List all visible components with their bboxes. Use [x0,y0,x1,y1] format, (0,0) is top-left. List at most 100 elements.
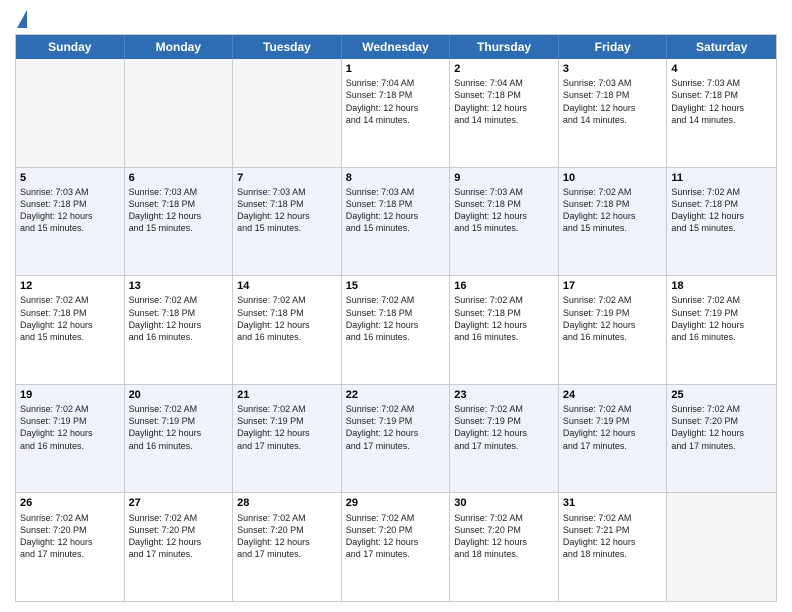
calendar-row: 5Sunrise: 7:03 AM Sunset: 7:18 PM Daylig… [16,168,776,277]
calendar-header: SundayMondayTuesdayWednesdayThursdayFrid… [16,35,776,59]
day-number: 18 [671,279,772,293]
cell-info: Sunrise: 7:02 AM Sunset: 7:21 PM Dayligh… [563,512,663,561]
cell-info: Sunrise: 7:03 AM Sunset: 7:18 PM Dayligh… [671,77,772,126]
day-number: 3 [563,62,663,76]
cell-info: Sunrise: 7:02 AM Sunset: 7:20 PM Dayligh… [671,403,772,452]
day-number: 2 [454,62,554,76]
page: SundayMondayTuesdayWednesdayThursdayFrid… [0,0,792,612]
cell-info: Sunrise: 7:02 AM Sunset: 7:20 PM Dayligh… [454,512,554,561]
calendar-cell: 10Sunrise: 7:02 AM Sunset: 7:18 PM Dayli… [559,168,668,276]
calendar-cell: 5Sunrise: 7:03 AM Sunset: 7:18 PM Daylig… [16,168,125,276]
day-number: 30 [454,496,554,510]
cell-info: Sunrise: 7:02 AM Sunset: 7:19 PM Dayligh… [237,403,337,452]
day-number: 23 [454,388,554,402]
day-number: 21 [237,388,337,402]
calendar-cell: 25Sunrise: 7:02 AM Sunset: 7:20 PM Dayli… [667,385,776,493]
cell-info: Sunrise: 7:02 AM Sunset: 7:20 PM Dayligh… [346,512,446,561]
day-number: 7 [237,171,337,185]
day-number: 25 [671,388,772,402]
calendar-cell: 24Sunrise: 7:02 AM Sunset: 7:19 PM Dayli… [559,385,668,493]
calendar-cell: 30 Sunrise: 7:02 AM Sunset: 7:20 PM Dayli… [450,493,559,601]
header-day: Wednesday [342,35,451,59]
calendar-cell [667,493,776,601]
day-number: 31 [563,496,663,510]
day-number: 29 [346,496,446,510]
calendar-cell: 19Sunrise: 7:02 AM Sunset: 7:19 PM Dayli… [16,385,125,493]
day-number: 28 [237,496,337,510]
calendar-cell: 18Sunrise: 7:02 AM Sunset: 7:19 PM Dayli… [667,276,776,384]
calendar-cell: 31 Sunrise: 7:02 AM Sunset: 7:21 PM Dayli… [559,493,668,601]
calendar-cell: 17Sunrise: 7:02 AM Sunset: 7:19 PM Dayli… [559,276,668,384]
day-number: 11 [671,171,772,185]
calendar-cell: 9Sunrise: 7:03 AM Sunset: 7:18 PM Daylig… [450,168,559,276]
cell-info: Sunrise: 7:03 AM Sunset: 7:18 PM Dayligh… [237,186,337,235]
calendar-cell: 8Sunrise: 7:03 AM Sunset: 7:18 PM Daylig… [342,168,451,276]
day-number: 12 [20,279,120,293]
cell-info: Sunrise: 7:02 AM Sunset: 7:19 PM Dayligh… [20,403,120,452]
calendar-cell: 29 Sunrise: 7:02 AM Sunset: 7:20 PM Dayli… [342,493,451,601]
header-day: Monday [125,35,234,59]
cell-info: Sunrise: 7:02 AM Sunset: 7:18 PM Dayligh… [20,294,120,343]
day-number: 6 [129,171,229,185]
calendar-cell: 28 Sunrise: 7:02 AM Sunset: 7:20 PM Dayli… [233,493,342,601]
cell-info: Sunrise: 7:03 AM Sunset: 7:18 PM Dayligh… [454,186,554,235]
cell-info: Sunrise: 7:02 AM Sunset: 7:19 PM Dayligh… [454,403,554,452]
day-number: 5 [20,171,120,185]
logo [15,10,27,28]
calendar-cell [233,59,342,167]
cell-info: Sunrise: 7:02 AM Sunset: 7:19 PM Dayligh… [563,403,663,452]
calendar-cell: 2Sunrise: 7:04 AM Sunset: 7:18 PM Daylig… [450,59,559,167]
day-number: 27 [129,496,229,510]
cell-info: Sunrise: 7:02 AM Sunset: 7:20 PM Dayligh… [237,512,337,561]
day-number: 8 [346,171,446,185]
calendar-cell: 26 Sunrise: 7:02 AM Sunset: 7:20 PM Dayli… [16,493,125,601]
day-number: 26 [20,496,120,510]
calendar-cell: 7Sunrise: 7:03 AM Sunset: 7:18 PM Daylig… [233,168,342,276]
cell-info: Sunrise: 7:03 AM Sunset: 7:18 PM Dayligh… [20,186,120,235]
header-day: Saturday [667,35,776,59]
logo-triangle-icon [17,10,27,28]
cell-info: Sunrise: 7:02 AM Sunset: 7:19 PM Dayligh… [346,403,446,452]
calendar: SundayMondayTuesdayWednesdayThursdayFrid… [15,34,777,602]
calendar-cell: 27Sunrise: 7:02 AM Sunset: 7:20 PM Dayli… [125,493,234,601]
calendar-cell: 1Sunrise: 7:04 AM Sunset: 7:18 PM Daylig… [342,59,451,167]
cell-info: Sunrise: 7:04 AM Sunset: 7:18 PM Dayligh… [346,77,446,126]
calendar-cell: 20Sunrise: 7:02 AM Sunset: 7:19 PM Dayli… [125,385,234,493]
calendar-cell: 3Sunrise: 7:03 AM Sunset: 7:18 PM Daylig… [559,59,668,167]
header-day: Friday [559,35,668,59]
calendar-row: 19Sunrise: 7:02 AM Sunset: 7:19 PM Dayli… [16,385,776,494]
day-number: 24 [563,388,663,402]
cell-info: Sunrise: 7:02 AM Sunset: 7:18 PM Dayligh… [454,294,554,343]
day-number: 10 [563,171,663,185]
cell-info: Sunrise: 7:03 AM Sunset: 7:18 PM Dayligh… [563,77,663,126]
calendar-cell: 11Sunrise: 7:02 AM Sunset: 7:18 PM Dayli… [667,168,776,276]
day-number: 4 [671,62,772,76]
cell-info: Sunrise: 7:02 AM Sunset: 7:18 PM Dayligh… [671,186,772,235]
cell-info: Sunrise: 7:04 AM Sunset: 7:18 PM Dayligh… [454,77,554,126]
calendar-row: 26 Sunrise: 7:02 AM Sunset: 7:20 PM Dayli… [16,493,776,601]
day-number: 16 [454,279,554,293]
header-day: Thursday [450,35,559,59]
calendar-cell [16,59,125,167]
calendar-cell: 14Sunrise: 7:02 AM Sunset: 7:18 PM Dayli… [233,276,342,384]
day-number: 13 [129,279,229,293]
calendar-cell [125,59,234,167]
day-number: 20 [129,388,229,402]
day-number: 14 [237,279,337,293]
day-number: 15 [346,279,446,293]
cell-info: Sunrise: 7:03 AM Sunset: 7:18 PM Dayligh… [129,186,229,235]
calendar-cell: 6Sunrise: 7:03 AM Sunset: 7:18 PM Daylig… [125,168,234,276]
calendar-row: 12Sunrise: 7:02 AM Sunset: 7:18 PM Dayli… [16,276,776,385]
cell-info: Sunrise: 7:02 AM Sunset: 7:20 PM Dayligh… [20,512,120,561]
cell-info: Sunrise: 7:02 AM Sunset: 7:19 PM Dayligh… [129,403,229,452]
cell-info: Sunrise: 7:03 AM Sunset: 7:18 PM Dayligh… [346,186,446,235]
day-number: 9 [454,171,554,185]
header [15,10,777,28]
calendar-cell: 16Sunrise: 7:02 AM Sunset: 7:18 PM Dayli… [450,276,559,384]
cell-info: Sunrise: 7:02 AM Sunset: 7:18 PM Dayligh… [563,186,663,235]
calendar-cell: 13Sunrise: 7:02 AM Sunset: 7:18 PM Dayli… [125,276,234,384]
header-day: Tuesday [233,35,342,59]
day-number: 17 [563,279,663,293]
calendar-cell: 12Sunrise: 7:02 AM Sunset: 7:18 PM Dayli… [16,276,125,384]
cell-info: Sunrise: 7:02 AM Sunset: 7:19 PM Dayligh… [671,294,772,343]
